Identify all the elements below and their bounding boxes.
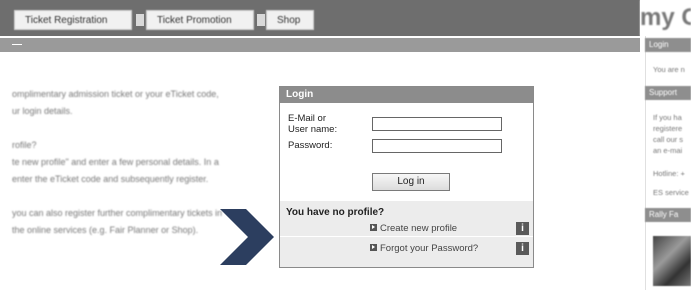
play-bullet-icon [370,244,377,251]
sidebar-rally-heading: Rally Fa [645,208,691,222]
sidebar-support-line: call our s [653,135,684,144]
login-button[interactable]: Log in [372,173,450,191]
email-field[interactable] [372,117,502,131]
forgot-password-link[interactable]: Forgot your Password? [370,243,478,254]
arrow-right-icon [220,209,274,265]
brand-logo: my C [640,0,691,36]
intro-line [12,190,242,203]
intro-line: you can also register further compliment… [12,208,223,218]
row-divider [280,236,533,237]
email-label-line1: E-Mail or [288,113,327,124]
email-label: E-Mail or User name: [288,113,337,135]
sidebar-support-line: If you ha [653,113,682,122]
sidebar-divider [645,36,646,290]
sidebar-service-link[interactable]: ES service [653,187,691,198]
intro-line: te new profile" and enter a few personal… [12,157,219,167]
tab-ticket-promotion[interactable]: Ticket Promotion [146,10,254,30]
sidebar-login-text: You are n [653,65,685,74]
tab-separator [257,14,265,26]
intro-line: rofile? [12,140,37,150]
sidebar-support-line: registere [653,124,683,133]
sidebar-hotline: Hotline: + [653,169,685,178]
info-icon[interactable]: i [516,222,529,235]
info-icon[interactable]: i [516,242,529,255]
section-header-dash [12,44,22,45]
login-panel: Login E-Mail or User name: Password: Log… [279,86,534,268]
play-bullet-icon [370,224,377,231]
sidebar-image[interactable] [653,236,691,286]
email-label-line2: User name: [288,124,338,135]
right-sidebar: Login You are n Support If you ha regist… [645,36,691,290]
sidebar-support-line: an e-mai [653,146,683,155]
section-header-bar [0,38,640,52]
tab-separator [136,14,144,26]
intro-line: the online services (e.g. Fair Planner o… [12,225,199,235]
intro-line: ur login details. [12,106,73,116]
create-profile-label: Create new profile [380,223,458,234]
no-profile-title: You have no profile? [286,207,385,218]
tab-ticket-registration[interactable]: Ticket Registration [14,10,132,30]
forgot-password-label: Forgot your Password? [380,243,479,254]
intro-line: enter the eTicket code and subsequently … [12,174,209,184]
password-label: Password: [288,140,333,151]
create-profile-link[interactable]: Create new profile [370,223,457,234]
top-navigation-bar: Ticket Registration Ticket Promotion Sho… [0,0,640,36]
no-profile-section: You have no profile? Create new profile … [280,201,533,267]
intro-line [12,122,242,135]
sidebar-login-heading: Login [645,38,691,52]
sidebar-support-heading: Support [645,86,691,100]
login-panel-title: Login [280,87,533,103]
tab-shop[interactable]: Shop [266,10,314,30]
password-field[interactable] [372,139,502,153]
intro-text: omplimentary admission ticket or your eT… [12,88,242,241]
intro-line: omplimentary admission ticket or your eT… [12,89,219,99]
